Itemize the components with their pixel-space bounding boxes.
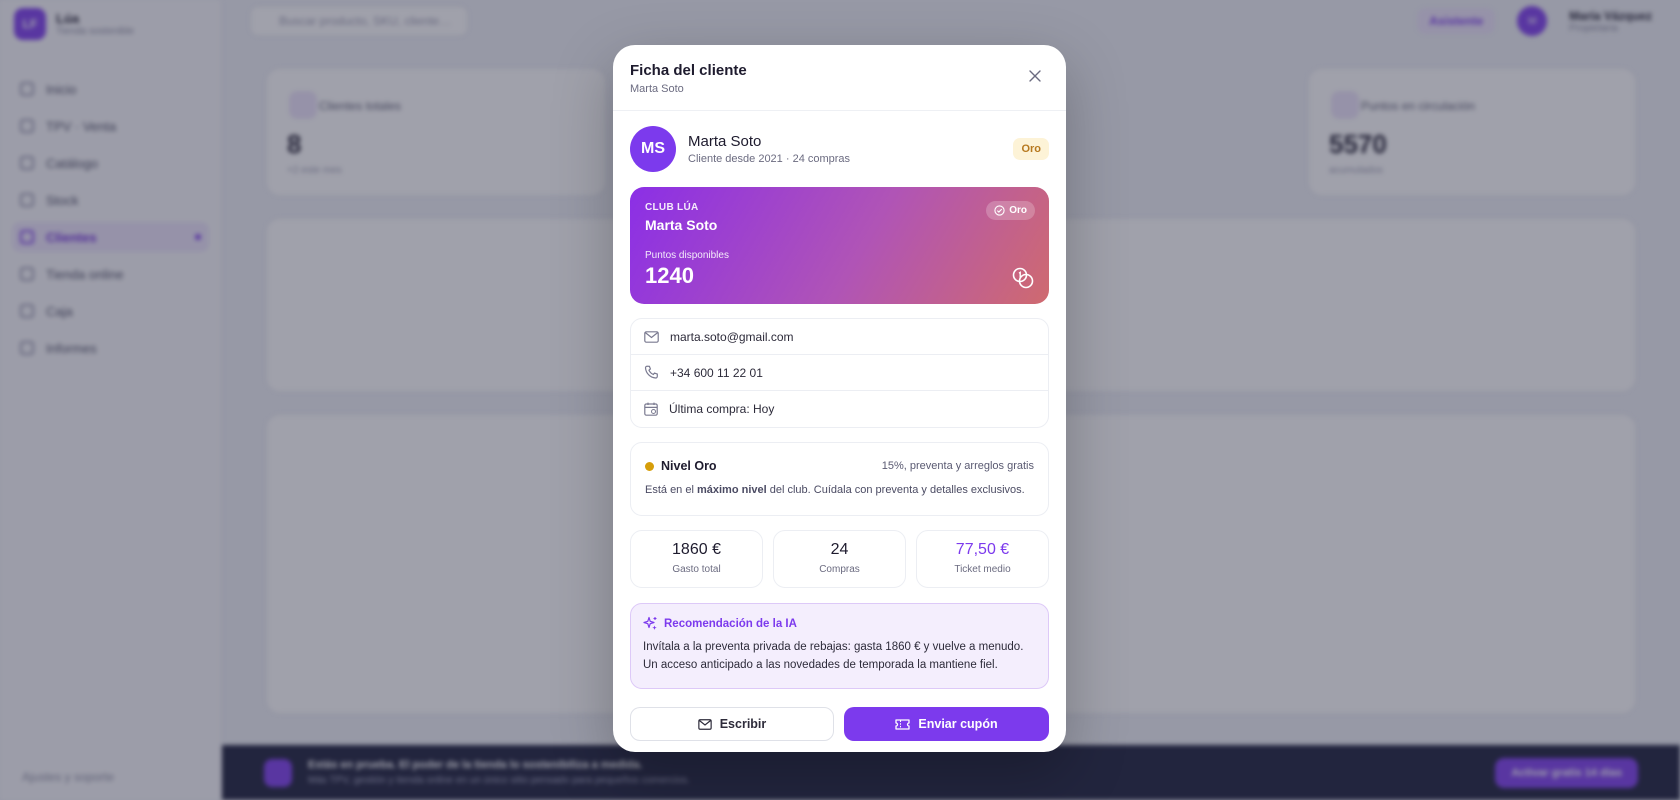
points-label: Puntos disponibles bbox=[645, 250, 729, 261]
modal-body: MS Marta Soto Cliente desde 2021 · 24 co… bbox=[613, 111, 1066, 741]
phone-icon bbox=[644, 365, 658, 379]
send-coupon-label: Enviar cupón bbox=[918, 717, 998, 731]
close-icon bbox=[1029, 70, 1041, 82]
level-perks: 15%, preventa y arreglos gratis bbox=[881, 460, 1034, 472]
club-tier-badge: Oro bbox=[986, 201, 1035, 220]
stats-row: 1860 € Gasto total 24 Compras 77,50 € Ti… bbox=[630, 530, 1049, 588]
email-value: marta.soto@gmail.com bbox=[670, 329, 794, 344]
level-desc-text: Está en el bbox=[645, 484, 697, 496]
club-tier-label: Oro bbox=[1009, 205, 1027, 216]
mail-icon bbox=[697, 718, 712, 730]
stat-label: Gasto total bbox=[672, 564, 721, 575]
customer-name: Marta Soto bbox=[688, 133, 762, 150]
modal-title: Ficha del cliente bbox=[630, 62, 747, 79]
calendar-icon bbox=[644, 402, 658, 416]
level-name: Nivel Oro bbox=[661, 459, 717, 473]
stat-value: 24 bbox=[830, 541, 849, 558]
coins-icon bbox=[1012, 267, 1034, 289]
phone-value: +34 600 11 22 01 bbox=[670, 365, 763, 380]
loyalty-card: CLUB LÚA Marta Soto Oro Puntos disponibl… bbox=[630, 187, 1049, 304]
stat-avg-ticket: 77,50 € Ticket medio bbox=[916, 530, 1049, 588]
customer-modal: Ficha del cliente Marta Soto MS Marta So… bbox=[613, 45, 1066, 752]
contact-info: marta.soto@gmail.com +34 600 11 22 01 Úl… bbox=[630, 318, 1049, 428]
check-circle-icon bbox=[994, 205, 1005, 216]
stat-label: Compras bbox=[819, 564, 860, 575]
email-row[interactable]: marta.soto@gmail.com bbox=[631, 319, 1048, 355]
sparkles-icon bbox=[643, 616, 657, 630]
level-desc-bold: máximo nivel bbox=[696, 484, 767, 496]
stat-value: 1860 € bbox=[672, 541, 721, 558]
stat-purchases: 24 Compras bbox=[773, 530, 906, 588]
level-desc-text: del club. Cuídala con preventa y detalle… bbox=[766, 484, 1025, 496]
points-value: 1240 bbox=[645, 263, 694, 288]
last-purchase-row: Última compra: Hoy bbox=[631, 391, 1048, 427]
stat-total-spend: 1860 € Gasto total bbox=[630, 530, 763, 588]
ai-body: Invítala a la preventa privada de rebaja… bbox=[643, 641, 1024, 671]
close-button[interactable] bbox=[1024, 65, 1046, 87]
ticket-icon bbox=[895, 718, 911, 730]
customer-avatar: MS bbox=[630, 126, 676, 172]
customer-since: Cliente desde 2021 · 24 compras bbox=[688, 153, 851, 165]
modal-subtitle: Marta Soto bbox=[630, 83, 684, 95]
stat-value: 77,50 € bbox=[955, 541, 1010, 558]
modal-header: Ficha del cliente Marta Soto bbox=[613, 45, 1066, 111]
write-label: Escribir bbox=[719, 717, 767, 731]
ai-recommendation: Recomendación de la IA Invítala a la pre… bbox=[630, 603, 1049, 689]
last-purchase-value: Última compra: Hoy bbox=[669, 402, 775, 416]
stat-label: Ticket medio bbox=[954, 564, 1011, 575]
modal-actions: Escribir Enviar cupón bbox=[630, 707, 1049, 741]
customer-profile: MS Marta Soto Cliente desde 2021 · 24 co… bbox=[630, 111, 1049, 187]
send-coupon-button[interactable]: Enviar cupón bbox=[844, 707, 1049, 741]
club-member-name: Marta Soto bbox=[645, 217, 718, 233]
level-dot bbox=[645, 461, 654, 471]
level-description: Está en el máximo nivel del club. Cuídal… bbox=[645, 484, 1034, 496]
tier-badge: Oro bbox=[1013, 138, 1049, 160]
club-label: CLUB LÚA bbox=[645, 202, 699, 213]
ai-title: Recomendación de la IA bbox=[664, 617, 797, 630]
level-card: Nivel Oro 15%, preventa y arreglos grati… bbox=[630, 442, 1049, 516]
phone-row[interactable]: +34 600 11 22 01 bbox=[631, 355, 1048, 391]
write-button[interactable]: Escribir bbox=[630, 707, 834, 741]
mail-icon bbox=[644, 330, 659, 343]
